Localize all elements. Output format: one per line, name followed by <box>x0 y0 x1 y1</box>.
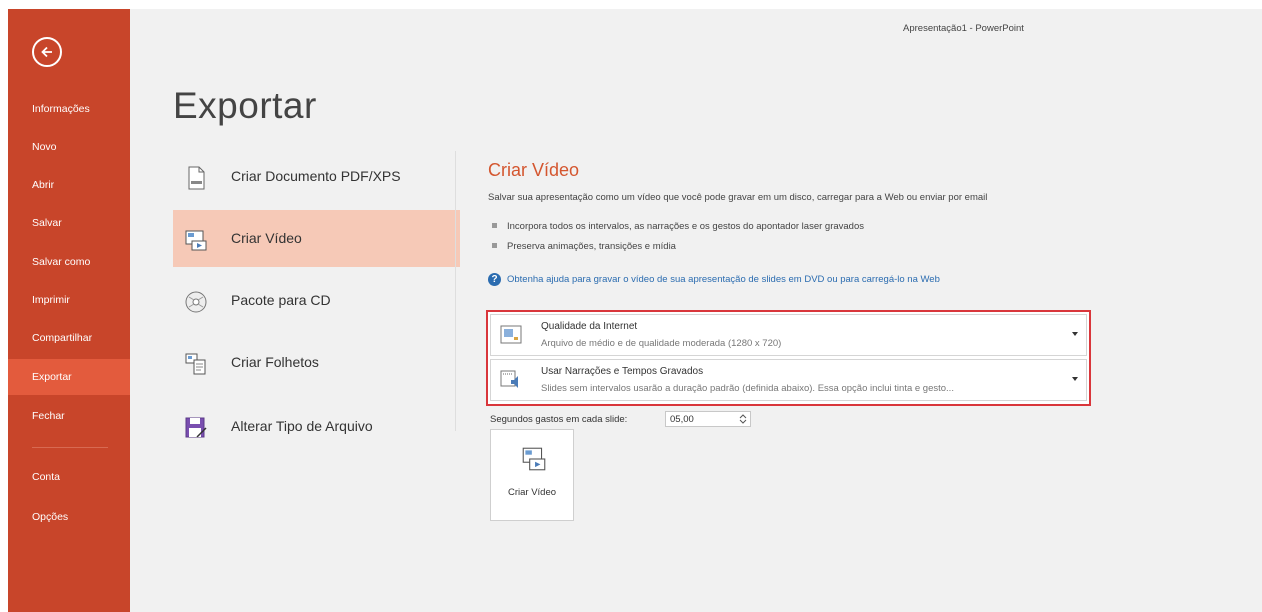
feature-bullet: Preserva animações, transições e mídia <box>488 241 676 252</box>
section-title: Criar Vídeo <box>488 160 580 180</box>
video-icon <box>185 230 207 251</box>
seconds-per-slide-label: Segundos gastos em cada slide: <box>490 414 628 425</box>
handouts-icon <box>185 353 206 375</box>
sidebar-divider <box>32 447 108 448</box>
option-create-video[interactable]: Criar Vídeo <box>173 210 460 267</box>
back-button[interactable] <box>32 37 62 67</box>
help-link-text: Obtenha ajuda para gravar o vídeo de sua… <box>507 274 940 286</box>
option-change-file-type[interactable]: Alterar Tipo de Arquivo <box>173 398 460 455</box>
seconds-per-slide-input[interactable] <box>666 412 736 426</box>
bullet-icon <box>492 223 497 229</box>
back-arrow-icon <box>41 46 52 58</box>
video-icon <box>522 447 546 471</box>
save-as-icon <box>185 417 207 438</box>
create-video-button-label: Criar Vídeo <box>507 487 557 498</box>
bullet-text: Preserva animações, transições e mídia <box>507 241 676 252</box>
narration-icon <box>500 370 518 388</box>
pane-divider <box>455 151 456 431</box>
create-video-button[interactable]: Criar Vídeo <box>490 429 574 521</box>
quality-dropdown[interactable]: Qualidade da Internet Arquivo de médio e… <box>490 314 1087 356</box>
sidebar-item-fechar[interactable]: Fechar <box>8 398 130 434</box>
window-title: Apresentação1 - PowerPoint <box>903 23 1024 34</box>
backstage-window: Informações Novo Abrir Salvar Salvar com… <box>8 9 1262 612</box>
sidebar-item-salvar-como[interactable]: Salvar como <box>8 244 130 280</box>
video-quality-icon <box>500 325 522 344</box>
seconds-per-slide-spinner <box>665 411 751 427</box>
timings-dropdown[interactable]: Usar Narrações e Tempos Gravados Slides … <box>490 359 1087 401</box>
bullet-icon <box>492 243 497 249</box>
sidebar-item-opcoes[interactable]: Opções <box>8 499 130 535</box>
help-icon: ? <box>488 273 501 286</box>
option-label: Criar Folhetos <box>231 354 319 370</box>
spinner-arrows-icon[interactable] <box>738 413 748 425</box>
timings-dropdown-title: Usar Narrações e Tempos Gravados <box>541 366 704 377</box>
feature-bullet: Incorpora todos os intervalos, as narraç… <box>488 221 864 232</box>
option-label: Pacote para CD <box>231 292 331 308</box>
chevron-down-icon <box>1072 377 1078 381</box>
page-title: Exportar <box>173 85 317 126</box>
sidebar-item-abrir[interactable]: Abrir <box>8 167 130 203</box>
option-label: Criar Vídeo <box>231 230 302 246</box>
sidebar-item-novo[interactable]: Novo <box>8 129 130 165</box>
sidebar-item-exportar[interactable]: Exportar <box>8 359 130 395</box>
sidebar-item-compartilhar[interactable]: Compartilhar <box>8 320 130 356</box>
timings-dropdown-subtitle: Slides sem intervalos usarão a duração p… <box>541 383 954 394</box>
backstage-sidebar: Informações Novo Abrir Salvar Salvar com… <box>8 9 130 612</box>
option-package-cd[interactable]: Pacote para CD <box>173 272 460 329</box>
quality-dropdown-title: Qualidade da Internet <box>541 321 638 332</box>
help-link[interactable]: ? Obtenha ajuda para gravar o vídeo de su… <box>488 273 940 286</box>
quality-dropdown-subtitle: Arquivo de médio e de qualidade moderada… <box>541 338 782 349</box>
chevron-down-icon <box>1072 332 1078 336</box>
bullet-text: Incorpora todos os intervalos, as narraç… <box>507 221 864 232</box>
option-create-pdf-xps[interactable]: Criar Documento PDF/XPS <box>173 148 460 205</box>
option-label: Alterar Tipo de Arquivo <box>231 418 373 434</box>
option-create-handouts[interactable]: Criar Folhetos <box>173 334 460 391</box>
sidebar-item-salvar[interactable]: Salvar <box>8 205 130 241</box>
section-description: Salvar sua apresentação como um vídeo qu… <box>488 192 988 203</box>
video-settings-highlight: Qualidade da Internet Arquivo de médio e… <box>486 310 1091 406</box>
cd-icon <box>185 291 207 313</box>
option-label: Criar Documento PDF/XPS <box>231 168 401 184</box>
sidebar-item-informacoes[interactable]: Informações <box>8 91 130 127</box>
pdf-document-icon <box>188 166 205 190</box>
sidebar-item-imprimir[interactable]: Imprimir <box>8 282 130 318</box>
sidebar-item-conta[interactable]: Conta <box>8 459 130 495</box>
